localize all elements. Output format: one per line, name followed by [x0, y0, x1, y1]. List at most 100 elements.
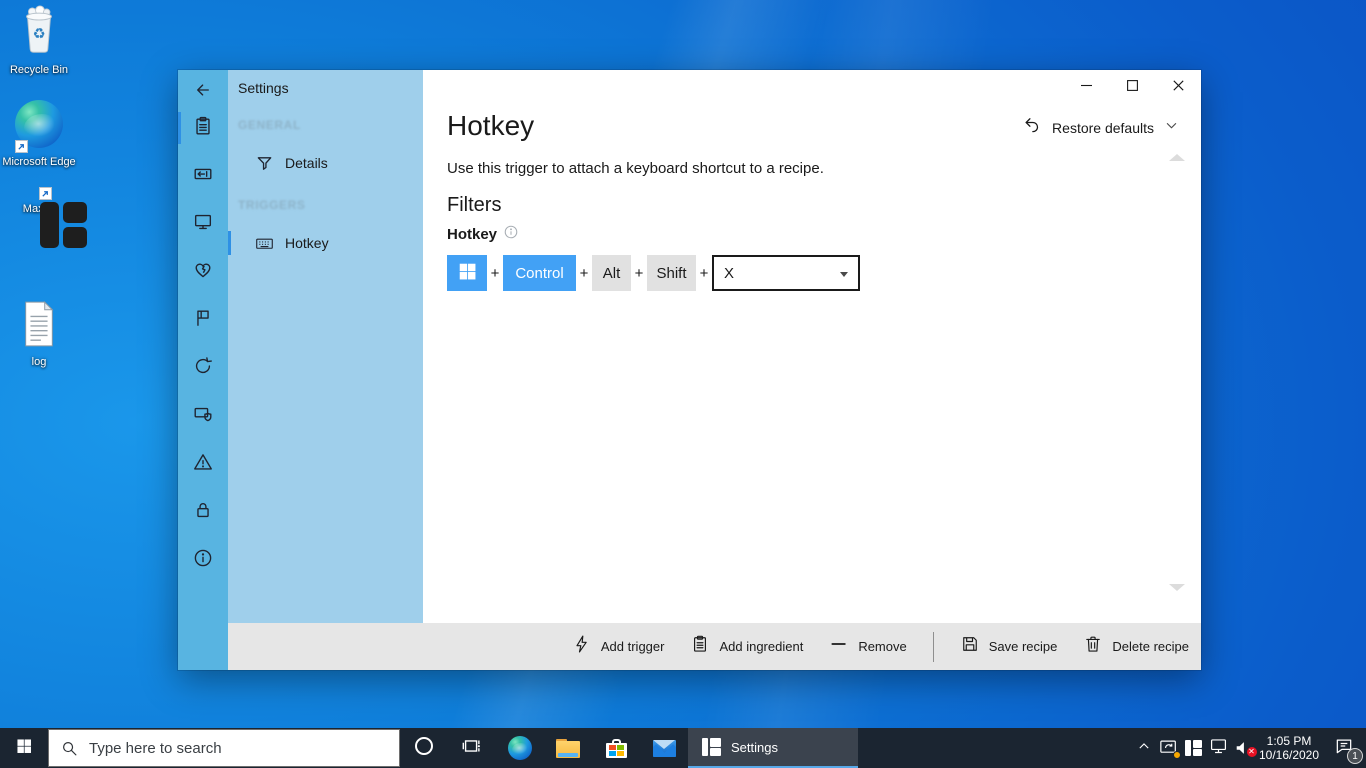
back-button[interactable]	[191, 78, 215, 102]
keyboard-icon	[255, 234, 274, 253]
edge-icon	[15, 100, 63, 153]
update-status-icon	[1159, 739, 1181, 759]
desktop[interactable]: ♻ Recycle Bin Microsoft Edge MaxTo log S…	[0, 0, 1366, 768]
scroll-up-arrow[interactable]	[1169, 154, 1185, 161]
file-explorer-button[interactable]	[544, 728, 592, 768]
taskbar: Settings	[0, 728, 1366, 768]
mail-button[interactable]	[640, 728, 688, 768]
store-icon	[605, 738, 627, 758]
nav-item-hotkey[interactable]: Hotkey	[228, 228, 423, 258]
save-recipe-button[interactable]: Save recipe	[960, 634, 1057, 659]
windows-start-icon	[16, 738, 32, 759]
minimize-button[interactable]	[1063, 70, 1109, 100]
flag-icon	[192, 307, 214, 334]
scroll-down-arrow[interactable]	[1169, 584, 1185, 591]
cortana-icon	[413, 735, 435, 762]
key-dropdown-value: X	[724, 264, 735, 282]
store-button[interactable]	[592, 728, 640, 768]
close-button[interactable]	[1155, 70, 1201, 100]
maxto-tray-button[interactable]	[1181, 728, 1206, 768]
desktop-icon-microsoft-edge[interactable]: Microsoft Edge	[2, 100, 76, 170]
tray-chevron-icon	[1137, 739, 1151, 758]
windows-logo	[458, 262, 477, 285]
desktop-icon-recycle-bin[interactable]: ♻ Recycle Bin	[2, 4, 76, 78]
insert-box-icon	[192, 163, 214, 190]
button-label: Delete recipe	[1112, 639, 1189, 654]
rail-item-privacy[interactable]	[178, 392, 228, 440]
maxto-logo	[702, 738, 721, 756]
volume-muted-icon: ✕	[1234, 739, 1257, 757]
save-icon	[960, 634, 980, 659]
task-view-icon	[461, 735, 483, 762]
clock-date: 10/16/2020	[1258, 748, 1320, 762]
add-trigger-button[interactable]: Add trigger	[572, 634, 664, 659]
rail-item-updates[interactable]	[178, 344, 228, 392]
rail-item-license[interactable]	[178, 488, 228, 536]
restore-defaults-button[interactable]: Restore defaults	[1022, 115, 1179, 140]
rail-item-recipes[interactable]	[178, 104, 228, 152]
nav-title: Settings	[238, 80, 289, 96]
monitor-icon	[192, 211, 214, 238]
control-key-button[interactable]: Control	[503, 255, 576, 291]
mute-x-badge: ✕	[1246, 747, 1257, 757]
clipboard-icon	[690, 634, 710, 659]
dropdown-caret-icon	[840, 272, 848, 277]
search-input[interactable]	[89, 730, 389, 766]
alt-key-button[interactable]: Alt	[592, 255, 631, 291]
chevron-down-icon	[1164, 118, 1179, 138]
command-bar: Add trigger Add ingredient Remove Save r…	[228, 623, 1201, 670]
volume-button[interactable]: ✕	[1231, 728, 1257, 768]
nav-item-details[interactable]: Details	[228, 148, 423, 178]
desktop-icon-label: Microsoft Edge	[2, 156, 76, 168]
action-center-button[interactable]: 1	[1322, 728, 1366, 768]
settings-nav: Settings GENERAL Details TRIGGERS Hotkey	[228, 70, 423, 623]
search-box[interactable]	[48, 729, 400, 767]
cortana-button[interactable]	[400, 728, 448, 768]
plus-separator: +	[490, 264, 500, 282]
add-ingredient-button[interactable]: Add ingredient	[690, 634, 803, 659]
trigger-description: Use this trigger to attach a keyboard sh…	[447, 160, 824, 177]
network-button[interactable]	[1206, 728, 1231, 768]
system-tray: ✕ 1:05 PM 10/16/2020 1	[1131, 728, 1366, 768]
taskbar-clock[interactable]: 1:05 PM 10/16/2020	[1256, 734, 1322, 763]
mail-icon	[652, 739, 676, 757]
rail-item-insert[interactable]	[178, 152, 228, 200]
restore-defaults-label: Restore defaults	[1052, 119, 1154, 136]
filter-icon	[255, 154, 274, 173]
rail-item-about[interactable]	[178, 536, 228, 584]
key-dropdown[interactable]: X	[712, 255, 860, 291]
rail-item-health[interactable]	[178, 248, 228, 296]
tray-chevron-button[interactable]	[1131, 728, 1156, 768]
desktop-icon-maxto[interactable]: MaxTo	[2, 187, 87, 248]
delete-recipe-button[interactable]: Delete recipe	[1083, 634, 1189, 659]
desktop-icon-label: log	[31, 356, 47, 368]
toolbar-divider	[932, 631, 934, 662]
shift-key-button[interactable]: Shift	[647, 255, 696, 291]
remove-button[interactable]: Remove	[829, 634, 907, 659]
update-status-button[interactable]	[1156, 728, 1181, 768]
info-icon	[192, 547, 214, 574]
start-button[interactable]	[0, 728, 48, 768]
maximize-button[interactable]	[1109, 70, 1155, 100]
plus-separator: +	[579, 264, 589, 282]
hotkey-keys-row: + Control + Alt + Shift + X	[447, 255, 860, 291]
page-title: Hotkey	[447, 110, 535, 141]
notification-badge: 1	[1347, 748, 1363, 764]
task-view-button[interactable]	[448, 728, 496, 768]
network-icon	[1209, 737, 1228, 760]
windows-key-button[interactable]	[447, 255, 487, 291]
rail-item-problems[interactable]	[178, 440, 228, 488]
nav-section-triggers: TRIGGERS	[238, 198, 306, 212]
button-label: Remove	[858, 639, 907, 654]
taskbar-active-app-settings[interactable]: Settings	[688, 728, 858, 768]
lock-icon	[192, 499, 214, 526]
nav-item-label: Details	[285, 155, 328, 171]
maxto-tray-icon	[1185, 740, 1202, 756]
shortcut-arrow-icon	[39, 187, 52, 200]
refresh-icon	[192, 355, 214, 382]
desktop-icon-log[interactable]: log	[2, 300, 76, 370]
rail-item-flags[interactable]	[178, 296, 228, 344]
rail-item-displays[interactable]	[178, 200, 228, 248]
screen-shield-icon	[192, 403, 214, 430]
edge-button[interactable]	[496, 728, 544, 768]
